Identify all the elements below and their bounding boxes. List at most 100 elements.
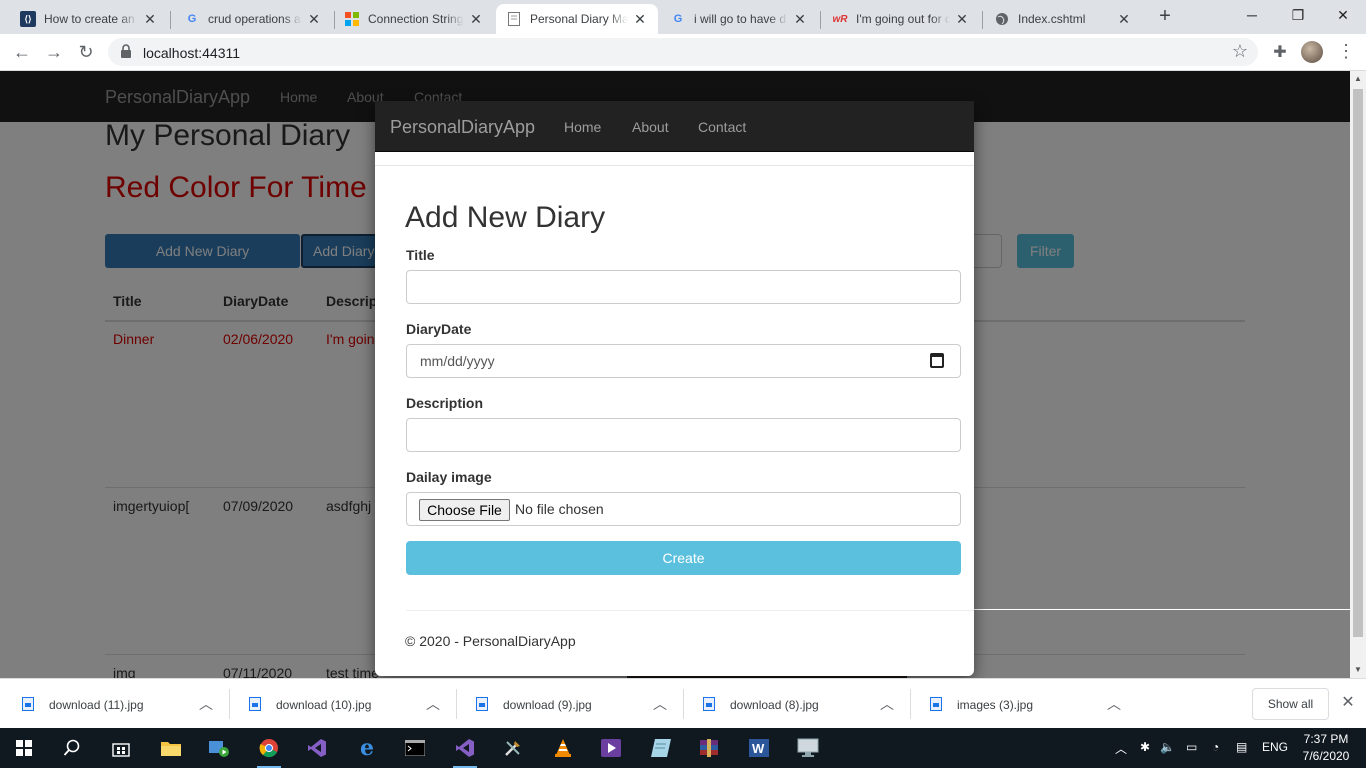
page-scrollbar[interactable]: ▲ ▼ — [1350, 71, 1366, 678]
modal-nav-contact[interactable]: Contact — [698, 119, 746, 135]
extensions-puzzle-icon[interactable]: ✚ — [1270, 42, 1290, 62]
download-item[interactable]: download (8).jpg ︿ — [681, 687, 908, 721]
browser-tab[interactable]: G i will go to have d ✕ — [660, 4, 818, 34]
tab-separator — [170, 11, 171, 29]
visual-studio-icon[interactable] — [303, 734, 331, 762]
date-placeholder: mm/dd/yyyy — [420, 353, 495, 369]
winrar-icon[interactable] — [695, 734, 723, 762]
chevron-up-icon[interactable]: ︿ — [650, 694, 670, 714]
media-player-icon[interactable] — [205, 734, 233, 762]
url-text: localhost:44311 — [143, 45, 241, 61]
edge-icon[interactable]: e — [353, 734, 381, 762]
tab-close-icon[interactable]: ✕ — [468, 11, 484, 28]
download-item[interactable]: download (11).jpg ︿ — [0, 687, 227, 721]
create-button[interactable]: Create — [406, 541, 961, 575]
chrome-icon[interactable] — [255, 734, 283, 768]
description-input[interactable] — [406, 418, 961, 452]
page-icon — [506, 11, 522, 27]
remote-desktop-icon[interactable] — [794, 734, 822, 762]
terminal-icon[interactable] — [401, 734, 429, 762]
system-clock[interactable]: 7:37 PM 7/6/2020 — [1300, 731, 1352, 765]
modal-nav-home[interactable]: Home — [564, 119, 601, 135]
download-item[interactable]: download (9).jpg ︿ — [454, 687, 681, 721]
modal-header-divider — [375, 165, 974, 166]
address-bar[interactable]: localhost:44311 ☆ — [108, 38, 1258, 66]
scroll-up-arrow-icon[interactable]: ▲ — [1353, 74, 1363, 83]
chevron-up-tray-icon[interactable]: ︿ — [1115, 740, 1127, 757]
menu-dots-icon[interactable]: ⋮ — [1336, 41, 1356, 61]
chevron-up-icon[interactable]: ︿ — [877, 694, 897, 714]
close-download-bar-icon[interactable]: ✕ — [1338, 692, 1358, 712]
file-status-text: No file chosen — [515, 501, 604, 517]
tab-title: Index.cshtml — [1018, 12, 1086, 26]
store-icon[interactable] — [107, 734, 135, 762]
download-filename: images (3).jpg — [957, 698, 1034, 712]
browser-tab[interactable]: Index.cshtml ✕ — [984, 4, 1142, 34]
search-icon[interactable] — [58, 734, 86, 762]
reload-icon[interactable]: ↻ — [74, 40, 98, 64]
modal-brand[interactable]: PersonalDiaryApp — [390, 117, 535, 138]
modal-title: Add New Diary — [405, 201, 606, 234]
windows-start-icon[interactable] — [10, 734, 38, 762]
browser-tab-active[interactable]: Personal Diary Ma ✕ — [496, 4, 658, 34]
description-label: Description — [406, 395, 484, 411]
chevron-up-icon[interactable]: ︿ — [423, 694, 443, 714]
vlc-icon[interactable] — [549, 734, 577, 762]
modal-nav-about[interactable]: About — [632, 119, 669, 135]
download-item[interactable]: images (3).jpg ︿ — [908, 687, 1135, 721]
tab-separator — [820, 11, 821, 29]
back-arrow-icon[interactable]: ← — [10, 40, 34, 64]
image-file-icon — [476, 697, 488, 711]
maximize-button[interactable]: ❐ — [1275, 0, 1321, 30]
close-window-button[interactable]: ✕ — [1320, 0, 1366, 30]
word-icon[interactable]: W — [745, 734, 773, 762]
browser-tab[interactable]: ⟨⟩ How to create an e ✕ — [10, 4, 168, 34]
calendar-icon[interactable] — [930, 353, 944, 368]
notifications-icon[interactable]: ▤ — [1236, 740, 1247, 754]
download-filename: download (11).jpg — [49, 698, 144, 712]
tools-icon[interactable] — [499, 734, 527, 762]
image-file-icon — [930, 697, 942, 711]
notes-app-icon[interactable] — [647, 734, 675, 762]
tab-close-icon[interactable]: ✕ — [1116, 11, 1132, 28]
bookmark-star-icon[interactable]: ☆ — [1232, 41, 1248, 62]
browser-tab[interactable]: G crud operations as ✕ — [174, 4, 332, 34]
battery-icon[interactable]: ▭ — [1186, 740, 1197, 754]
tab-close-icon[interactable]: ✕ — [792, 11, 808, 28]
microsoft-icon — [344, 11, 360, 27]
scrollbar-thumb[interactable] — [1353, 89, 1363, 637]
footer-divider — [406, 610, 974, 611]
visual-studio-instance-icon[interactable] — [451, 734, 479, 768]
tab-close-icon[interactable]: ✕ — [632, 11, 648, 28]
image-file-input[interactable]: Choose File No file chosen — [406, 492, 961, 526]
language-indicator[interactable]: ENG — [1262, 740, 1288, 754]
scroll-down-arrow-icon[interactable]: ▼ — [1353, 665, 1363, 674]
show-all-downloads-button[interactable]: Show all — [1252, 688, 1329, 720]
chevron-up-icon[interactable]: ︿ — [1104, 694, 1124, 714]
network-icon[interactable]: ◔ — [1212, 740, 1219, 754]
image-file-icon — [249, 697, 261, 711]
volume-icon[interactable]: 🔈 — [1160, 740, 1175, 754]
tab-close-icon[interactable]: ✕ — [954, 11, 970, 28]
download-item[interactable]: download (10).jpg ︿ — [227, 687, 454, 721]
chevron-up-icon[interactable]: ︿ — [196, 694, 216, 714]
new-tab-button[interactable]: + — [1154, 5, 1176, 27]
svg-text:W: W — [752, 741, 765, 756]
tab-close-icon[interactable]: ✕ — [306, 11, 322, 28]
file-explorer-icon[interactable] — [157, 734, 185, 762]
minimize-button[interactable]: ─ — [1229, 0, 1275, 30]
forward-arrow-icon[interactable]: → — [42, 40, 66, 64]
browser-tab[interactable]: Connection String ✕ — [334, 4, 494, 34]
profile-avatar[interactable] — [1301, 41, 1323, 63]
tab-close-icon[interactable]: ✕ — [142, 11, 158, 28]
video-editor-icon[interactable] — [597, 734, 625, 762]
title-input[interactable] — [406, 270, 961, 304]
windows-taskbar: e W ︿ ✱ 🔈 ▭ ◔ ▤ ENG 7:37 PM 7/6/2020 — [0, 728, 1366, 768]
diary-date-label: DiaryDate — [406, 321, 472, 337]
diary-date-input[interactable]: mm/dd/yyyy — [406, 344, 961, 378]
bluetooth-icon[interactable]: ✱ — [1140, 740, 1150, 754]
choose-file-button[interactable]: Choose File — [419, 499, 510, 521]
globe-icon — [994, 11, 1010, 27]
browser-tab[interactable]: wR I'm going out for d ✕ — [822, 4, 980, 34]
tab-title: I'm going out for d — [856, 12, 950, 26]
